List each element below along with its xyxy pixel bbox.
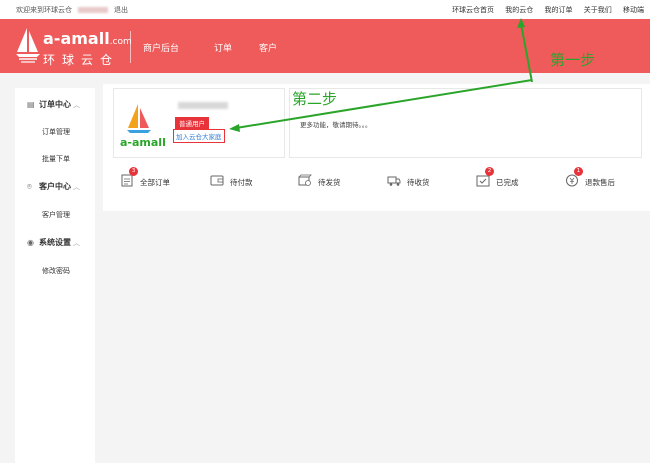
annotation-step2: 第二步 [292, 90, 338, 108]
step1-arrowhead [517, 18, 525, 28]
step2-arrowhead [229, 124, 240, 132]
step2-arrow [235, 79, 533, 129]
annotation-step1: 第一步 [550, 51, 596, 69]
step1-arrow [520, 23, 533, 83]
